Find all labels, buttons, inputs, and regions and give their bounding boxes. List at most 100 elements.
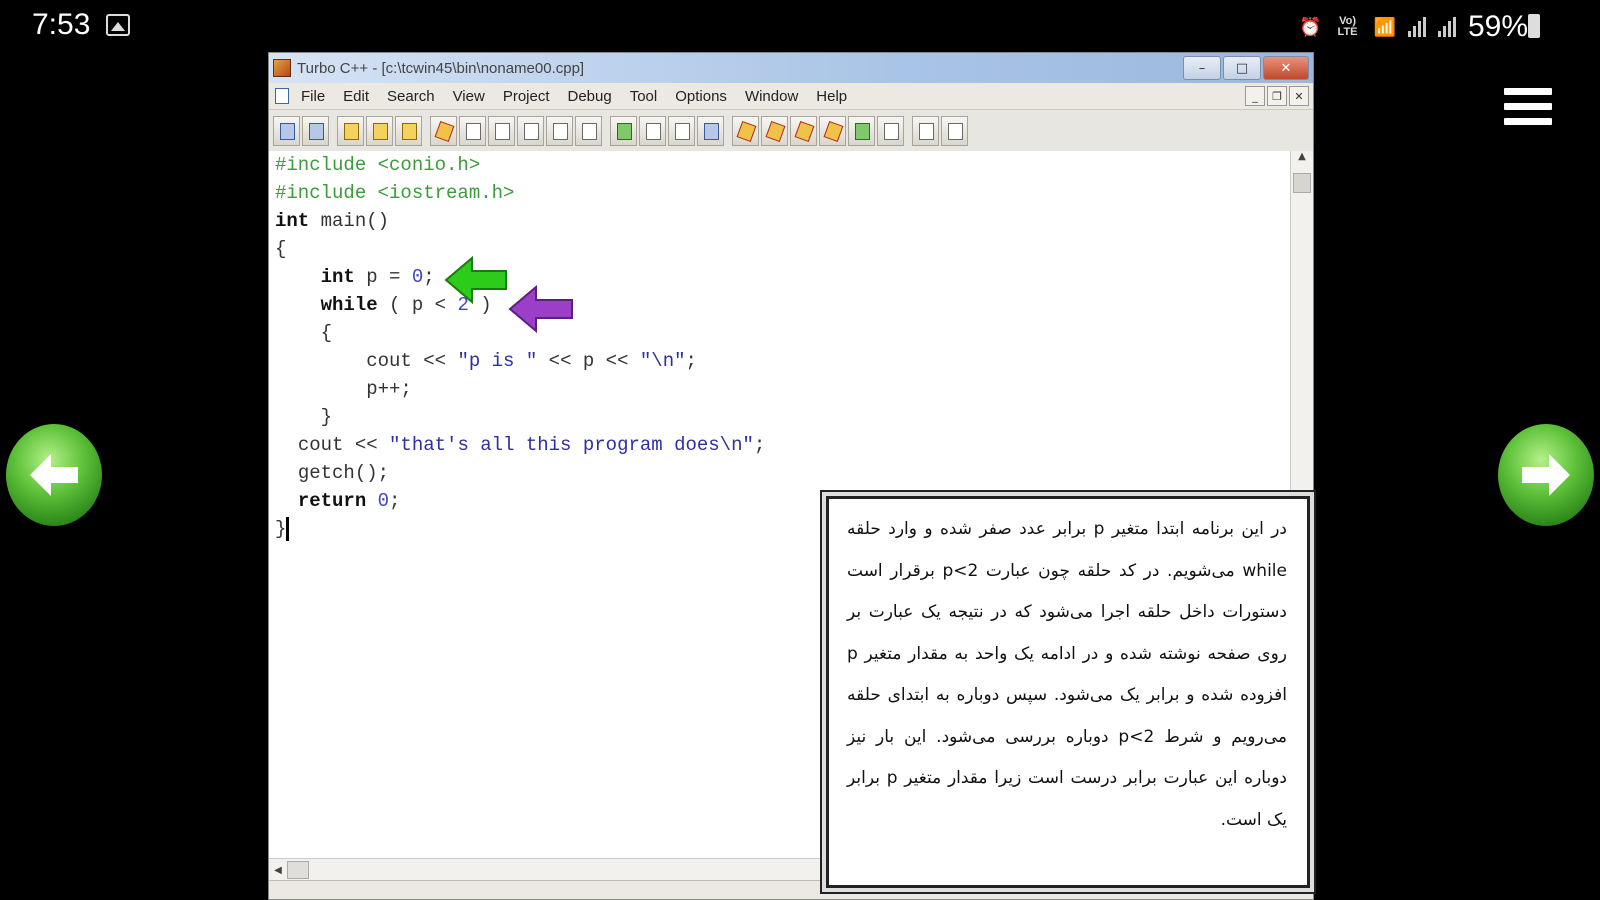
menu-file[interactable]: File [301, 88, 325, 105]
title-bar[interactable]: Turbo C++ - [c:\tcwin45\bin\noname00.cpp… [269, 53, 1313, 83]
doc-close-button[interactable]: ✕ [1289, 86, 1309, 106]
open-file-button[interactable] [366, 116, 393, 146]
doc-restore-button[interactable]: ❐ [1267, 86, 1287, 106]
code-token: 0 [377, 490, 390, 512]
status-time: 7:53 [32, 8, 91, 41]
code-token: "p is " [457, 350, 538, 372]
menu-help[interactable]: Help [816, 88, 847, 105]
inspect-button[interactable] [697, 116, 724, 146]
explanation-box: در این برنامه ابتدا متغیر p برابر عدد صف… [826, 496, 1310, 888]
code-line: cout << "p is " << p << "\n"; [275, 347, 1313, 375]
code-token: #include <conio.h> [275, 154, 481, 176]
code-token: #include <iostream.h> [275, 182, 515, 204]
doc-minimize-button[interactable]: _ [1245, 86, 1265, 106]
code-line: #include <conio.h> [275, 151, 1313, 179]
step-over-button[interactable] [610, 116, 637, 146]
code-token: int [320, 266, 355, 288]
code-token: } [275, 518, 287, 540]
signal-icon-2 [1437, 17, 1456, 37]
code-token: "that's all this program does\n" [389, 434, 754, 456]
menu-project[interactable]: Project [503, 88, 550, 105]
evaluate-button[interactable] [790, 116, 817, 146]
debug-reset-button[interactable] [877, 116, 904, 146]
menu-search[interactable]: Search [387, 88, 435, 105]
code-token: p++; [366, 378, 412, 400]
purple-arrow-shape [508, 284, 573, 334]
link-button[interactable] [517, 116, 544, 146]
document-icon[interactable] [275, 88, 289, 104]
menu-view[interactable]: View [453, 88, 485, 105]
explanation-text: در این برنامه ابتدا متغیر p برابر عدد صف… [847, 519, 1287, 830]
compile-button[interactable] [430, 116, 457, 146]
new-file-button[interactable] [337, 116, 364, 146]
close-button[interactable]: ✕ [1263, 56, 1309, 80]
redo-tool-button[interactable] [302, 116, 329, 146]
green-arrow-icon [444, 255, 507, 305]
menu-tool[interactable]: Tool [630, 88, 658, 105]
turbo-cpp-app-icon [273, 59, 291, 77]
code-line: p++; [275, 375, 1313, 403]
code-token: ; [389, 490, 401, 512]
run-button[interactable] [546, 116, 573, 146]
status-icons: ⏰ Vo) LTE 📶 59% [1299, 10, 1528, 44]
maximize-button[interactable]: □ [1223, 56, 1261, 80]
minimize-button[interactable]: – [1183, 56, 1221, 80]
code-token: return [297, 490, 367, 512]
next-button[interactable] [1498, 424, 1594, 526]
window-title: Turbo C++ - [c:\tcwin45\bin\noname00.cpp… [297, 59, 585, 77]
code-line: getch(); [275, 459, 1313, 487]
wifi-icon: 📶 [1373, 16, 1396, 37]
code-token: } [320, 406, 333, 428]
code-line: #include <iostream.h> [275, 179, 1313, 207]
build-button[interactable] [488, 116, 515, 146]
hamburger-menu-icon[interactable] [1504, 88, 1552, 128]
menu-options[interactable]: Options [675, 88, 727, 105]
tile-button[interactable] [912, 116, 939, 146]
code-line: cout << "that's all this program does\n"… [275, 431, 1313, 459]
text-cursor [286, 516, 290, 541]
code-line: } [275, 403, 1313, 431]
goto-cursor-button[interactable] [668, 116, 695, 146]
code-token: ; [753, 434, 766, 456]
code-token: main() [309, 210, 390, 232]
menu-edit[interactable]: Edit [343, 88, 369, 105]
code-token: { [320, 322, 333, 344]
code-line: int p = 0; [275, 263, 1313, 291]
toolbar [269, 110, 1313, 153]
project-button[interactable] [575, 116, 602, 146]
breakpoint-button[interactable] [732, 116, 759, 146]
battery-icon [1528, 14, 1540, 38]
code-line: int main() [275, 207, 1313, 235]
make-button[interactable] [459, 116, 486, 146]
volte-indicator: Vo) LTE [1337, 15, 1358, 38]
save-file-button[interactable] [395, 116, 422, 146]
scroll-thumb[interactable] [1293, 173, 1311, 193]
arrow-left-icon [30, 454, 78, 496]
scroll-left-icon[interactable]: ◀ [269, 865, 287, 876]
alarm-icon: ⏰ [1299, 16, 1322, 37]
undo-tool-button[interactable] [273, 116, 300, 146]
code-line: while ( p < 2 ) [275, 291, 1313, 319]
hscroll-thumb[interactable] [287, 861, 309, 879]
signal-icon [1407, 17, 1426, 37]
debug-run-button[interactable] [848, 116, 875, 146]
code-token: { [275, 238, 287, 260]
code-token: ; [423, 266, 435, 288]
menu-debug[interactable]: Debug [568, 88, 612, 105]
code-token: cout << [366, 350, 458, 372]
code-token: getch(); [297, 462, 390, 484]
trace-into-button[interactable] [639, 116, 666, 146]
arrow-right-icon [1522, 454, 1570, 496]
cascade-button[interactable] [941, 116, 968, 146]
purple-arrow-icon [508, 284, 573, 334]
code-text: #include <conio.h> #include <iostream.h>… [269, 151, 1313, 543]
call-stack-button[interactable] [819, 116, 846, 146]
code-line: { [275, 235, 1313, 263]
scroll-up-icon[interactable]: ▲ [1291, 151, 1313, 169]
code-token: ; [685, 350, 697, 372]
previous-button[interactable] [6, 424, 102, 526]
green-arrow-shape [444, 255, 507, 305]
watch-button[interactable] [761, 116, 788, 146]
menu-window[interactable]: Window [745, 88, 798, 105]
